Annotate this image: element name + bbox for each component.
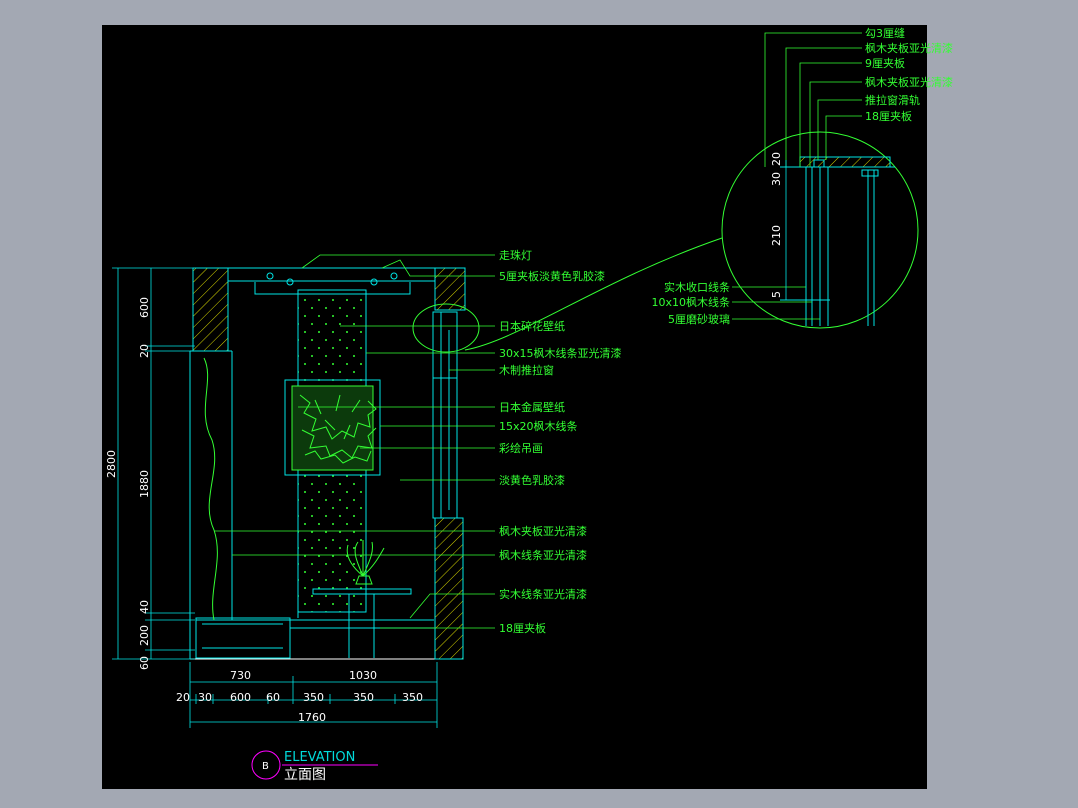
dim-730: 730	[230, 669, 251, 682]
label-plywood-paint: 5厘夹板淡黄色乳胶漆	[499, 269, 605, 283]
dim-b600: 600	[230, 691, 251, 704]
detail-label-maple-plywood-1: 枫木夹板亚光清漆	[865, 41, 953, 55]
dim-1030: 1030	[349, 669, 377, 682]
dim-40: 40	[138, 600, 151, 614]
cad-drawing-viewport: 走珠灯 5厘夹板淡黄色乳胶漆 日本碎花壁纸 30x15枫木线条亚光清漆 木制推拉…	[0, 0, 1078, 808]
dim-b350-3: 350	[402, 691, 423, 704]
dim-b350-1: 350	[303, 691, 324, 704]
detail-label-9mm-plywood: 9厘夹板	[865, 56, 905, 70]
label-maple-strip: 枫木线条亚光清漆	[499, 548, 587, 562]
dim-200: 200	[138, 625, 151, 646]
detail-label-frosted-glass: 5厘磨砂玻璃	[668, 312, 730, 326]
detail-label-maple-10x10: 10x10枫木线条	[651, 295, 730, 309]
detail-dim-30: 30	[770, 172, 783, 186]
label-yellow-latex: 淡黄色乳胶漆	[499, 473, 565, 487]
label-maple-strip-15x20: 15x20枫木线条	[499, 419, 578, 433]
dim-b350-2: 350	[353, 691, 374, 704]
detail-dim-20: 20	[770, 152, 783, 166]
dim-1880: 1880	[138, 470, 151, 498]
label-18mm-plywood: 18厘夹板	[499, 621, 546, 635]
label-metal-wallpaper: 日本金属壁纸	[499, 400, 565, 414]
dim-600: 600	[138, 297, 151, 318]
title-english: ELEVATION	[284, 750, 355, 765]
detail-label-18mm-plywood: 18厘夹板	[865, 109, 912, 123]
detail-dim-210: 210	[770, 225, 783, 246]
detail-dim-5: 5	[770, 291, 783, 298]
label-painted-hanging: 彩绘吊画	[499, 441, 543, 455]
detail-label-maple-plywood-2: 枫木夹板亚光清漆	[865, 75, 953, 89]
label-sliding-window: 木制推拉窗	[499, 363, 554, 377]
label-maple-plywood: 枫木夹板亚光清漆	[499, 524, 587, 538]
dim-b20: 20	[176, 691, 190, 704]
label-maple-strip-30x15: 30x15枫木线条亚光清漆	[499, 346, 622, 360]
label-solid-wood-strip: 实木线条亚光清漆	[499, 587, 587, 601]
dim-20: 20	[138, 344, 151, 358]
title-chinese: 立面图	[284, 767, 326, 783]
label-floral-wallpaper: 日本碎花壁纸	[499, 319, 565, 333]
label-led-light: 走珠灯	[499, 248, 532, 262]
detail-label-window-track: 推拉窗滑轨	[865, 93, 920, 107]
elevation-drawing: 走珠灯 5厘夹板淡黄色乳胶漆 日本碎花壁纸 30x15枫木线条亚光清漆 木制推拉…	[102, 25, 953, 789]
dim-total-2800: 2800	[105, 450, 118, 478]
dim-total-1760: 1760	[298, 711, 326, 724]
detail-label-groove: 勾3厘缝	[865, 26, 905, 40]
dim-60: 60	[138, 656, 151, 670]
dim-b60: 60	[266, 691, 280, 704]
detail-label-trim: 实木收口线条	[664, 280, 730, 294]
dim-b30: 30	[198, 691, 212, 704]
title-bubble-letter: B	[262, 761, 269, 772]
